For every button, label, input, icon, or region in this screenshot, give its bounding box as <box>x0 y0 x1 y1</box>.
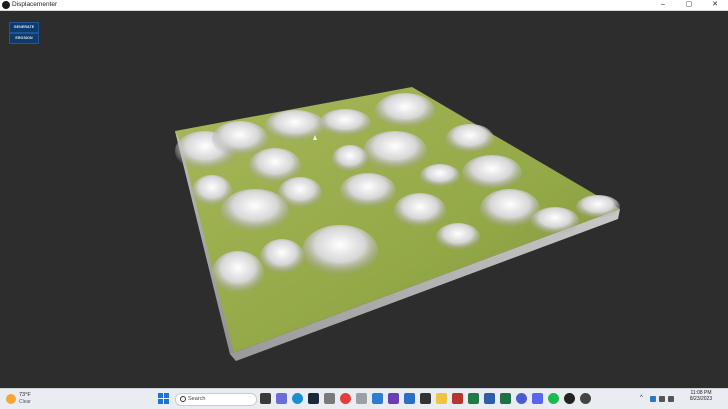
chevron-up-icon[interactable]: ^ <box>640 395 643 401</box>
chat-icon[interactable] <box>276 393 287 404</box>
folder-icon[interactable] <box>436 393 447 404</box>
code-icon[interactable] <box>484 393 495 404</box>
store-icon[interactable] <box>516 393 527 404</box>
maximize-button[interactable]: ▢ <box>676 0 702 10</box>
clock-date: 8/23/2023 <box>689 396 713 402</box>
sun-icon <box>6 394 16 404</box>
search-placeholder: Search <box>188 396 206 402</box>
vscode-icon[interactable] <box>388 393 399 404</box>
terminal-icon[interactable] <box>420 393 431 404</box>
settings-icon[interactable] <box>356 393 367 404</box>
obs-icon[interactable] <box>580 393 591 404</box>
search-input[interactable]: Search <box>175 393 257 406</box>
wifi-icon[interactable] <box>659 396 665 402</box>
weather-temp: 73°F <box>19 392 31 398</box>
weather-widget[interactable]: 73°F Clear <box>6 392 46 407</box>
files-icon[interactable] <box>324 393 335 404</box>
spotify-icon[interactable] <box>548 393 559 404</box>
notes-icon[interactable] <box>404 393 415 404</box>
widgets-icon[interactable] <box>260 393 271 404</box>
terrain-mesh[interactable] <box>0 11 728 388</box>
chrome-icon[interactable] <box>340 393 351 404</box>
viewport[interactable]: GENERATE EROSION <box>0 11 728 388</box>
close-button[interactable]: ✕ <box>702 0 728 10</box>
search-icon <box>180 396 186 402</box>
erosion-button[interactable]: EROSION <box>9 33 39 44</box>
clock[interactable]: 11:08 PM 8/23/2023 <box>686 390 716 402</box>
weather-condition: Clear <box>19 399 31 405</box>
start-icon[interactable] <box>158 393 169 404</box>
steam-icon[interactable] <box>308 393 319 404</box>
app-icon <box>2 1 10 9</box>
taskbar: 73°F Clear Search ^ 11:08 PM 8/23/2023 <box>0 388 728 409</box>
edge-icon[interactable] <box>292 393 303 404</box>
calendar-icon[interactable] <box>452 393 463 404</box>
app-icon[interactable] <box>468 393 479 404</box>
excel-icon[interactable] <box>500 393 511 404</box>
cloud-icon[interactable] <box>650 396 656 402</box>
photos-icon[interactable] <box>372 393 383 404</box>
discord-icon[interactable] <box>532 393 543 404</box>
unity-icon[interactable] <box>564 393 575 404</box>
window-titlebar: Displacementer – ▢ ✕ <box>0 0 728 11</box>
generate-button[interactable]: GENERATE <box>9 22 39 33</box>
minimize-button[interactable]: – <box>650 0 676 10</box>
window-title: Displacementer <box>12 1 58 8</box>
mouse-cursor <box>313 135 317 140</box>
volume-icon[interactable] <box>668 396 674 402</box>
